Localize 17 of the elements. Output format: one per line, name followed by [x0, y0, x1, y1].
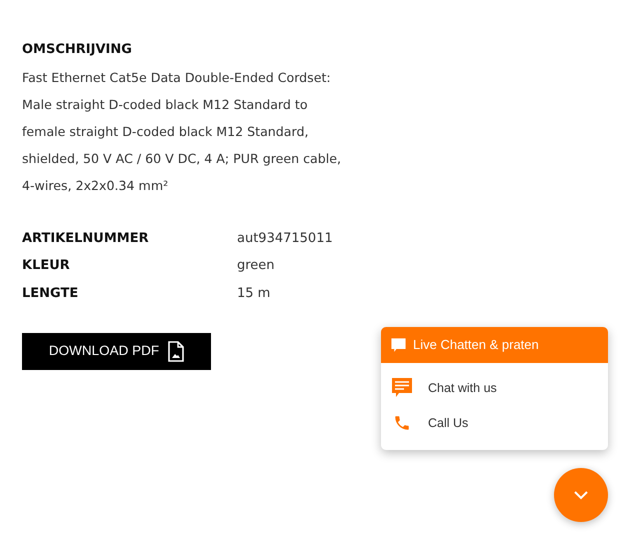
description-text: Fast Ethernet Cat5e Data Double-Ended Cordset: Male straight D-coded black M12 Standard to female straight D-coded black M12 Standard, shielded, 50 V AC / 60 V DC, 4 A; PUR green cable, 4-wires, 2x2x0.34 mm² — [22, 68, 342, 194]
spec-value: aut934715011 — [237, 230, 334, 248]
download-button[interactable]: DOWNLOAD PDF — [22, 333, 211, 370]
chat-option[interactable]: Chat with us — [381, 369, 608, 407]
pdf-file-icon — [168, 341, 184, 362]
spec-value: 15 m — [237, 284, 272, 302]
spec-label: ARTIKELNUMMER — [22, 230, 150, 248]
phone-icon — [393, 414, 411, 432]
spec-label: KLEUR — [22, 257, 71, 275]
chat-option[interactable]: Call Us — [381, 407, 608, 440]
chat-title: Live Chatten & praten — [413, 336, 539, 354]
chat-icon — [390, 336, 407, 354]
chat-toggle-button[interactable] — [554, 468, 608, 522]
section-heading: OMSCHRIJVING — [22, 41, 133, 59]
chevron-down-icon — [574, 490, 588, 500]
spec-value: green — [237, 257, 276, 275]
spec-label: LENGTE — [22, 284, 80, 302]
